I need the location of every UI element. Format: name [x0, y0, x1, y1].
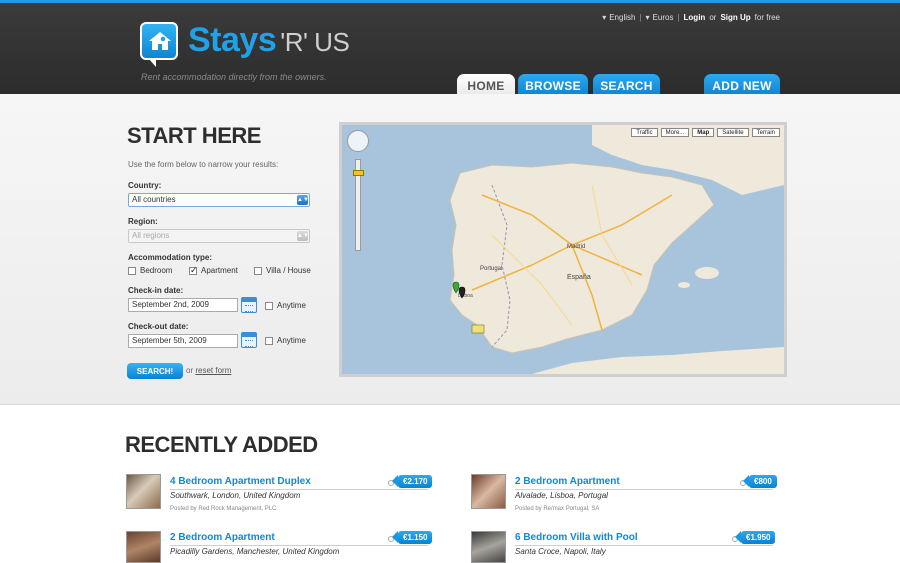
accommodation-type-label: Accommodation type: — [128, 253, 213, 262]
search-button[interactable]: SEARCH! — [127, 363, 183, 379]
home-logo-icon — [140, 21, 178, 67]
price-badge: €2.170 — [391, 475, 433, 488]
region-value: All regions — [132, 231, 170, 240]
login-link[interactable]: Login — [684, 13, 706, 22]
bedroom-checkbox[interactable]: Bedroom — [128, 266, 172, 275]
checkbox-checked-icon — [189, 265, 198, 276]
listing-title[interactable]: 2 Bedroom Apartment — [170, 532, 275, 543]
calendar-icon[interactable] — [241, 332, 257, 348]
country-select[interactable]: All countries ▲▼ — [128, 193, 310, 207]
listing-title[interactable]: 6 Bedroom Villa with Pool — [515, 532, 638, 543]
svg-text:Portugal: Portugal — [480, 266, 502, 272]
checkbox-label: Anytime — [277, 336, 306, 345]
start-here-title: START HERE — [127, 123, 261, 148]
checkbox-icon — [128, 266, 136, 275]
listing-location: Southwark, London, United Kingdom — [170, 491, 301, 500]
reset-form-link[interactable]: reset form — [195, 366, 231, 375]
price-badge: €1.150 — [391, 531, 433, 544]
map-pan-control[interactable] — [347, 130, 369, 152]
chevron-down-icon: ▲▼ — [297, 195, 309, 205]
apartment-checkbox[interactable]: Apartment — [189, 265, 238, 276]
listing-photo[interactable] — [126, 531, 161, 563]
checkbox-icon — [265, 301, 273, 310]
top-links: English | Euros | Login or Sign Up for f… — [602, 13, 780, 22]
map-more-button[interactable]: More... — [660, 128, 690, 137]
logo-main-text: Stays — [188, 21, 277, 59]
checkout-label: Check-out date: — [128, 322, 189, 331]
svg-text:Madrid: Madrid — [567, 244, 585, 250]
checkbox-label: Villa / House — [266, 266, 311, 275]
map-traffic-button[interactable]: Traffic — [631, 128, 658, 137]
listing-location: Picadilly Gardens, Manchester, United Ki… — [170, 547, 340, 556]
region-label: Region: — [128, 217, 158, 226]
map-view[interactable]: España Portugal Madrid Lisboa Traffic Mo… — [339, 122, 787, 377]
checkin-label: Check-in date: — [128, 286, 184, 295]
region-select[interactable]: All regions ▲▼ — [128, 229, 310, 243]
country-value: All countries — [132, 195, 176, 204]
tagline: Rent accommodation directly from the own… — [141, 72, 327, 82]
listing-posted-by: Posted by Red Rock Management, PLC — [170, 506, 277, 512]
checkbox-label: Apartment — [201, 266, 238, 275]
recently-added-title: RECENTLY ADDED — [125, 432, 318, 457]
listing-title[interactable]: 2 Bedroom Apartment — [515, 476, 620, 487]
language-selector[interactable]: English — [602, 13, 635, 22]
for-free-text: for free — [754, 13, 780, 22]
map-terrain: España Portugal Madrid Lisboa — [449, 125, 784, 374]
signup-link[interactable]: Sign Up — [720, 13, 750, 22]
svg-text:España: España — [567, 274, 591, 281]
price-badge: €1.950 — [734, 531, 776, 544]
map-zoom-slider[interactable] — [353, 159, 364, 251]
villa-house-checkbox[interactable]: Villa / House — [254, 266, 311, 275]
zoom-handle[interactable] — [353, 170, 364, 176]
listing-posted-by: Posted by Re/max Portugal, SA — [515, 506, 600, 512]
map-map-button[interactable]: Map — [692, 128, 715, 137]
checkbox-icon — [254, 266, 262, 275]
listing-photo[interactable] — [126, 474, 161, 509]
listing-photo[interactable] — [471, 474, 506, 509]
listing-location: Alvalade, Lisboa, Portugal — [515, 491, 608, 500]
map-type-controls: Traffic More... Map Satellite Terrain — [631, 128, 780, 137]
listing-location: Santa Croce, Napoli, Italy — [515, 547, 606, 556]
or-text: or — [186, 366, 194, 375]
price-badge: €800 — [743, 475, 777, 488]
site-logo[interactable]: Stays 'R' US — [140, 21, 350, 67]
checkout-anytime-checkbox[interactable]: Anytime — [265, 336, 306, 345]
checkbox-icon — [265, 336, 273, 345]
checkbox-label: Bedroom — [140, 266, 173, 275]
checkin-anytime-checkbox[interactable]: Anytime — [265, 301, 306, 310]
search-intro: Use the form below to narrow your result… — [128, 160, 279, 169]
logo-suffix-text: 'R' US — [280, 27, 350, 57]
listing-photo[interactable] — [471, 531, 506, 563]
chevron-down-icon: ▲▼ — [297, 231, 309, 241]
checkout-date-input[interactable]: September 5th, 2009 — [128, 334, 238, 348]
site-header: Stays 'R' US Rent accommodation directly … — [0, 0, 900, 97]
or-text: or — [709, 13, 717, 22]
calendar-icon[interactable] — [241, 297, 257, 313]
map-satellite-button[interactable]: Satellite — [717, 128, 749, 137]
country-label: Country: — [128, 181, 162, 190]
listing-title[interactable]: 4 Bedroom Apartment Duplex — [170, 476, 311, 487]
checkbox-label: Anytime — [277, 301, 306, 310]
map-terrain-button[interactable]: Terrain — [751, 128, 780, 137]
checkin-date-input[interactable]: September 2nd, 2009 — [128, 298, 238, 312]
currency-selector[interactable]: Euros — [646, 13, 674, 22]
